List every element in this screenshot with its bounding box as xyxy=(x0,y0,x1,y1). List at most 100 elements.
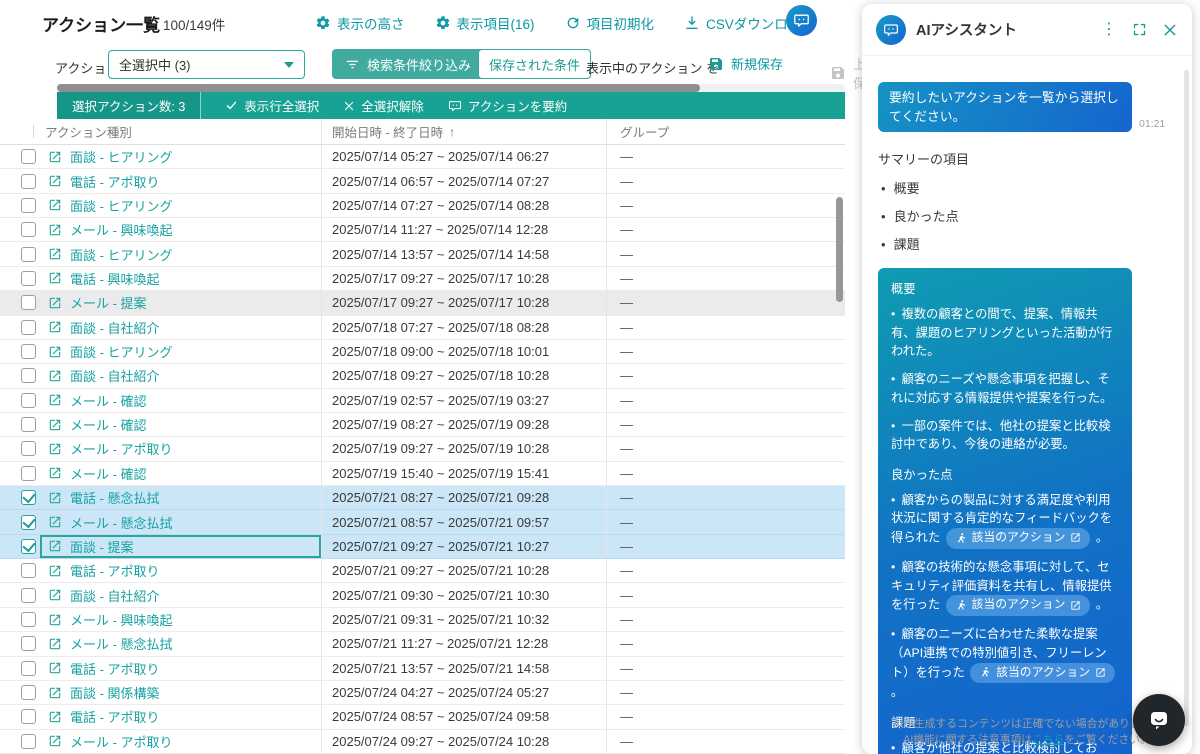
row-checkbox[interactable] xyxy=(0,194,40,217)
open-action-icon[interactable] xyxy=(48,198,62,212)
action-type-cell[interactable]: 電話 - アポ取り xyxy=(40,169,322,192)
checkbox-box[interactable] xyxy=(21,247,36,262)
reset-columns-button[interactable]: 項目初期化 xyxy=(565,13,655,33)
open-action-icon[interactable] xyxy=(48,686,62,700)
checkbox-box[interactable] xyxy=(21,588,36,603)
table-row[interactable]: メール - アポ取り 2025/07/19 09:27 ~ 2025/07/19… xyxy=(0,437,845,461)
checkbox-box[interactable] xyxy=(21,709,36,724)
row-checkbox[interactable] xyxy=(0,681,40,704)
checkbox-box[interactable] xyxy=(21,734,36,749)
save-new-button[interactable]: 新規保存 xyxy=(708,54,783,73)
open-action-icon[interactable] xyxy=(48,223,62,237)
table-row[interactable]: 電話 - アポ取り 2025/07/24 08:57 ~ 2025/07/24 … xyxy=(0,705,845,729)
checkbox-box[interactable] xyxy=(21,539,36,554)
action-type-link[interactable]: 面談 - 自社紹介 xyxy=(70,366,160,385)
related-action-chip[interactable]: 該当のアクション xyxy=(970,663,1115,684)
open-action-icon[interactable] xyxy=(48,418,62,432)
open-action-icon[interactable] xyxy=(48,539,62,553)
row-checkbox[interactable] xyxy=(0,242,40,265)
action-type-cell[interactable]: メール - アポ取り xyxy=(40,437,322,460)
checkbox-box[interactable] xyxy=(21,417,36,432)
action-type-link[interactable]: 面談 - 関係構築 xyxy=(70,683,160,702)
row-checkbox[interactable] xyxy=(0,583,40,606)
row-checkbox[interactable] xyxy=(0,657,40,680)
column-header-period[interactable]: 開始日時 - 終了日時 ↑ xyxy=(322,119,607,144)
action-type-cell[interactable]: 電話 - アポ取り xyxy=(40,657,322,680)
table-row[interactable]: 電話 - アポ取り 2025/07/14 06:57 ~ 2025/07/14 … xyxy=(0,169,845,193)
open-action-icon[interactable] xyxy=(48,710,62,724)
table-row[interactable]: 面談 - ヒアリング 2025/07/14 07:27 ~ 2025/07/14… xyxy=(0,194,845,218)
open-action-icon[interactable] xyxy=(48,296,62,310)
action-type-link[interactable]: 電話 - 興味喚起 xyxy=(70,269,160,288)
action-type-link[interactable]: 面談 - ヒアリング xyxy=(70,147,173,166)
row-checkbox[interactable] xyxy=(0,291,40,314)
ai-assistant-launcher-button[interactable] xyxy=(786,5,817,36)
row-checkbox[interactable] xyxy=(0,510,40,533)
checkbox-box[interactable] xyxy=(21,174,36,189)
action-type-link[interactable]: 面談 - ヒアリング xyxy=(70,196,173,215)
row-checkbox[interactable] xyxy=(0,218,40,241)
checkbox-box[interactable] xyxy=(21,344,36,359)
action-type-cell[interactable]: 面談 - 提案 xyxy=(40,535,322,558)
action-type-cell[interactable]: 電話 - アポ取り xyxy=(40,705,322,728)
open-action-icon[interactable] xyxy=(48,613,62,627)
open-action-icon[interactable] xyxy=(48,515,62,529)
action-type-link[interactable]: 面談 - ヒアリング xyxy=(70,342,173,361)
row-checkbox[interactable] xyxy=(0,267,40,290)
checkbox-box[interactable] xyxy=(21,685,36,700)
action-type-link[interactable]: メール - 確認 xyxy=(70,391,147,410)
action-type-cell[interactable]: メール - 興味喚起 xyxy=(40,608,322,631)
table-row[interactable]: 面談 - 自社紹介 2025/07/18 07:27 ~ 2025/07/18 … xyxy=(0,316,845,340)
action-type-cell[interactable]: 面談 - ヒアリング xyxy=(40,340,322,363)
action-type-link[interactable]: メール - アポ取り xyxy=(70,732,173,751)
action-select-dropdown[interactable]: 全選択中 (3) xyxy=(108,50,305,79)
checkbox-box[interactable] xyxy=(21,149,36,164)
action-type-link[interactable]: 電話 - アポ取り xyxy=(70,172,160,191)
select-all-rows-button[interactable]: 表示行全選択 xyxy=(225,96,319,115)
table-row[interactable]: 面談 - 自社紹介 2025/07/21 09:30 ~ 2025/07/21 … xyxy=(0,583,845,607)
open-action-icon[interactable] xyxy=(48,345,62,359)
action-type-link[interactable]: メール - 懸念払拭 xyxy=(70,513,173,532)
horizontal-scrollbar-thumb[interactable] xyxy=(57,84,700,92)
row-checkbox[interactable] xyxy=(0,632,40,655)
kebab-menu-icon[interactable]: ⋮ xyxy=(1101,22,1117,38)
open-action-icon[interactable] xyxy=(48,247,62,261)
action-type-cell[interactable]: 面談 - 関係構築 xyxy=(40,681,322,704)
table-row[interactable]: メール - 確認 2025/07/19 15:40 ~ 2025/07/19 1… xyxy=(0,462,845,486)
action-type-link[interactable]: 面談 - 自社紹介 xyxy=(70,318,160,337)
action-type-link[interactable]: 面談 - ヒアリング xyxy=(70,245,173,264)
open-action-icon[interactable] xyxy=(48,369,62,383)
action-type-link[interactable]: 面談 - 提案 xyxy=(70,537,134,556)
table-row[interactable]: 面談 - 関係構築 2025/07/24 04:27 ~ 2025/07/24 … xyxy=(0,681,845,705)
column-header-group[interactable]: グループ xyxy=(607,122,845,141)
open-action-icon[interactable] xyxy=(48,174,62,188)
action-type-cell[interactable]: メール - 興味喚起 xyxy=(40,218,322,241)
action-type-cell[interactable]: メール - アポ取り xyxy=(40,730,322,753)
row-checkbox[interactable] xyxy=(0,389,40,412)
action-type-cell[interactable]: 面談 - ヒアリング xyxy=(40,194,322,217)
row-height-button[interactable]: 表示の高さ xyxy=(315,13,405,33)
close-icon[interactable] xyxy=(1162,22,1178,38)
checkbox-box[interactable] xyxy=(21,222,36,237)
table-row[interactable]: 電話 - アポ取り 2025/07/21 09:27 ~ 2025/07/21 … xyxy=(0,559,845,583)
expand-icon[interactable] xyxy=(1132,22,1147,37)
ai-notice-link[interactable]: こちら xyxy=(1032,734,1064,746)
action-type-cell[interactable]: 電話 - アポ取り xyxy=(40,559,322,582)
action-type-cell[interactable]: 面談 - 自社紹介 xyxy=(40,364,322,387)
checkbox-box[interactable] xyxy=(21,661,36,676)
row-checkbox[interactable] xyxy=(0,169,40,192)
action-type-cell[interactable]: 電話 - 懸念払拭 xyxy=(40,486,322,509)
action-type-link[interactable]: メール - 懸念払拭 xyxy=(70,634,173,653)
related-action-chip[interactable]: 該当のアクション xyxy=(946,528,1091,549)
checkbox-box[interactable] xyxy=(21,368,36,383)
open-action-icon[interactable] xyxy=(48,637,62,651)
action-type-cell[interactable]: メール - 確認 xyxy=(40,462,322,485)
open-action-icon[interactable] xyxy=(48,466,62,480)
action-type-link[interactable]: メール - 提案 xyxy=(70,293,147,312)
open-action-icon[interactable] xyxy=(48,588,62,602)
summarize-actions-button[interactable]: アクションを要約 xyxy=(448,96,567,115)
open-action-icon[interactable] xyxy=(48,271,62,285)
clear-selection-button[interactable]: 全選択解除 xyxy=(343,96,424,115)
table-row[interactable]: 電話 - アポ取り 2025/07/21 13:57 ~ 2025/07/21 … xyxy=(0,657,845,681)
row-checkbox[interactable] xyxy=(0,413,40,436)
